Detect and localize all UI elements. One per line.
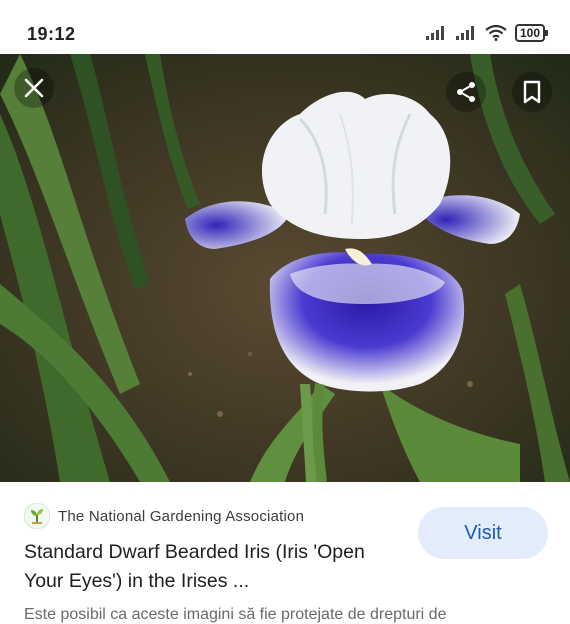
signal-icon xyxy=(425,26,444,40)
status-bar: 19:12 100 xyxy=(0,0,570,54)
site-favicon-icon xyxy=(24,503,50,529)
battery-level: 100 xyxy=(514,24,545,42)
result-title[interactable]: Standard Dwarf Bearded Iris (Iris 'Open … xyxy=(24,538,404,596)
copyright-disclaimer: Este posibil ca aceste imagini să fie pr… xyxy=(24,606,447,623)
iris-photo xyxy=(0,54,570,482)
status-icons: 100 xyxy=(425,24,548,42)
source-name: The National Gardening Association xyxy=(58,507,305,525)
share-icon xyxy=(457,82,475,102)
close-button[interactable] xyxy=(14,68,54,108)
bookmark-button[interactable] xyxy=(512,72,552,112)
battery-icon: 100 xyxy=(514,24,548,42)
source-row[interactable]: The National Gardening Association xyxy=(24,503,304,529)
share-button[interactable] xyxy=(446,72,486,112)
sprout-icon xyxy=(31,509,43,524)
bookmark-icon xyxy=(523,80,541,104)
wifi-icon xyxy=(485,25,507,41)
visit-button[interactable]: Visit xyxy=(418,507,548,559)
result-info-panel: The National Gardening Association Stand… xyxy=(0,482,570,623)
signal-icon xyxy=(455,26,474,40)
clock: 19:12 xyxy=(27,24,76,44)
image-viewer[interactable] xyxy=(0,54,570,482)
close-icon xyxy=(24,78,44,98)
